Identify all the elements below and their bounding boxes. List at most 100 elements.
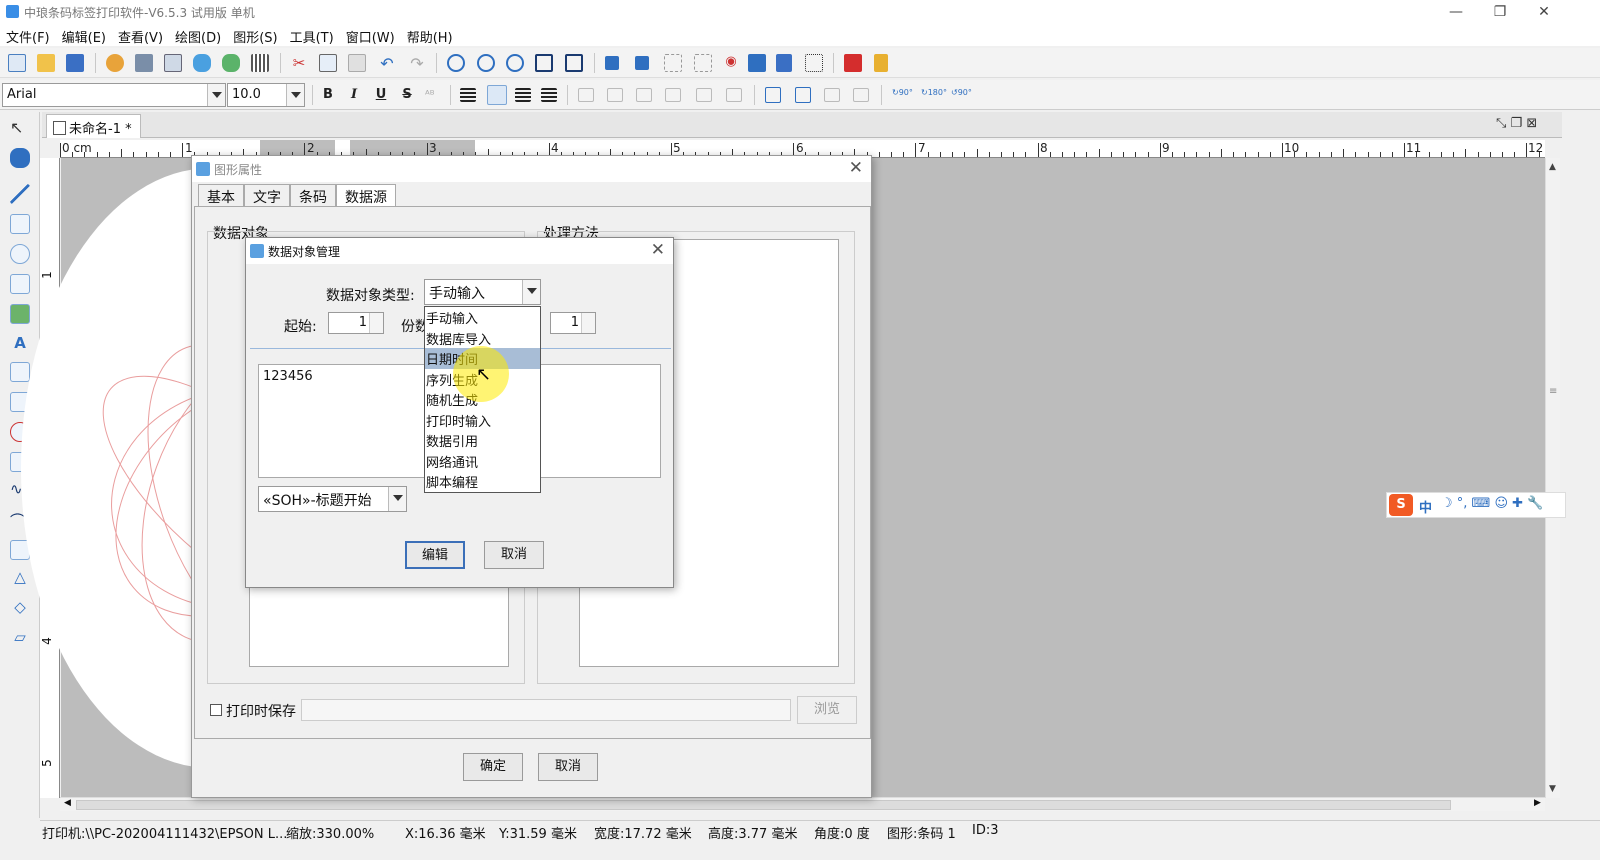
undo-icon[interactable]: ↶ bbox=[378, 54, 396, 73]
database-table-icon[interactable] bbox=[748, 54, 766, 72]
data-type-select[interactable]: 手动输入 bbox=[424, 279, 541, 305]
save-path-input[interactable] bbox=[301, 699, 791, 721]
menu-window[interactable]: 窗口(W) bbox=[340, 24, 401, 46]
diamond-tool-icon[interactable]: ◇ bbox=[10, 598, 30, 618]
pan-tool-icon[interactable] bbox=[10, 148, 30, 168]
italic-button[interactable]: I bbox=[346, 87, 362, 102]
copies-stepper[interactable]: 1 bbox=[550, 312, 596, 334]
paragraph-tool-icon[interactable] bbox=[10, 362, 30, 382]
ime-tool-icons[interactable]: ☽ °, ⌨ ☺ ✚ 🔧 bbox=[1441, 496, 1543, 511]
center-horizontal-icon[interactable] bbox=[765, 87, 781, 103]
option-database-import[interactable]: 数据库导入 bbox=[425, 328, 540, 349]
list-icon[interactable] bbox=[776, 54, 792, 72]
settings-gear-icon[interactable] bbox=[106, 54, 124, 72]
calculator-icon[interactable] bbox=[874, 54, 888, 72]
menu-view[interactable]: 查看(V) bbox=[112, 24, 169, 46]
doc-window-controls[interactable]: ⤡ ❐ ⊠ bbox=[1496, 116, 1537, 131]
open-folder-icon[interactable] bbox=[37, 54, 55, 72]
ungroup-icon[interactable] bbox=[694, 54, 712, 72]
start-stepper[interactable]: 1 bbox=[328, 312, 384, 334]
menu-help[interactable]: 帮助(H) bbox=[401, 24, 459, 46]
cut-icon[interactable]: ✂ bbox=[290, 54, 308, 72]
align-objects-left-icon[interactable] bbox=[578, 88, 594, 102]
strikethrough-button[interactable]: S bbox=[399, 87, 415, 102]
pdf-icon[interactable] bbox=[844, 54, 862, 72]
paste-icon[interactable] bbox=[348, 54, 366, 72]
close-icon[interactable]: ✕ bbox=[849, 158, 863, 178]
option-script[interactable]: 脚本编程 bbox=[425, 471, 540, 492]
close-icon[interactable]: ✕ bbox=[1522, 0, 1566, 24]
fit-width-icon[interactable] bbox=[565, 54, 583, 72]
image-tool-icon[interactable] bbox=[10, 274, 30, 294]
rotate-270-icon[interactable]: ↺90° bbox=[951, 88, 972, 102]
align-objects-top-icon[interactable] bbox=[636, 88, 652, 102]
group-icon[interactable] bbox=[664, 54, 682, 72]
menu-file[interactable]: 文件(F) bbox=[0, 24, 56, 46]
underline-button[interactable]: U bbox=[373, 87, 389, 102]
close-icon[interactable]: ✕ bbox=[651, 240, 665, 260]
ellipse-tool-icon[interactable] bbox=[10, 244, 30, 264]
fit-page-icon[interactable] bbox=[535, 54, 553, 72]
new-file-icon[interactable] bbox=[8, 54, 26, 72]
center-vertical-icon[interactable] bbox=[795, 87, 811, 103]
bold-button[interactable]: B bbox=[320, 87, 336, 102]
grid-icon[interactable] bbox=[251, 54, 269, 72]
font-size-select[interactable]: 10.0 bbox=[227, 83, 305, 107]
ok-button[interactable]: 确定 bbox=[463, 753, 523, 781]
bring-front-icon[interactable] bbox=[605, 56, 619, 70]
same-width-icon[interactable] bbox=[824, 88, 840, 102]
zoom-in-icon[interactable] bbox=[447, 54, 465, 72]
save-on-print-checkbox[interactable] bbox=[210, 704, 222, 716]
database-link-icon[interactable] bbox=[222, 54, 240, 72]
align-right-icon[interactable] bbox=[515, 88, 531, 102]
zoom-out-icon[interactable] bbox=[477, 54, 495, 72]
same-height-icon[interactable] bbox=[853, 88, 869, 102]
pointer-tool-icon[interactable]: ↖ bbox=[10, 118, 30, 138]
menu-shape[interactable]: 图形(S) bbox=[227, 24, 283, 46]
rotate-90-icon[interactable]: ↻90° bbox=[892, 88, 913, 102]
align-objects-center-icon[interactable] bbox=[726, 88, 742, 102]
align-objects-right-icon[interactable] bbox=[607, 88, 623, 102]
option-print-time-input[interactable]: 打印时输入 bbox=[425, 410, 540, 431]
vertical-scrollbar[interactable]: ▲ ≡ ▼ bbox=[1545, 158, 1560, 798]
align-objects-middle-icon[interactable] bbox=[696, 88, 712, 102]
parallelogram-tool-icon[interactable]: ▱ bbox=[10, 628, 30, 648]
menu-tools[interactable]: 工具(T) bbox=[284, 24, 340, 46]
cancel-button[interactable]: 取消 bbox=[538, 753, 598, 781]
redo-icon[interactable]: ↷ bbox=[408, 54, 426, 73]
copy-icon[interactable] bbox=[319, 54, 337, 72]
align-left-icon[interactable] bbox=[460, 88, 476, 102]
option-data-reference[interactable]: 数据引用 bbox=[425, 430, 540, 451]
rectangle-tool-icon[interactable] bbox=[10, 214, 30, 234]
ime-mode[interactable]: 中 bbox=[1419, 497, 1432, 516]
horizontal-scrollbar[interactable]: ◀ ▶ bbox=[60, 797, 1545, 811]
eye-icon[interactable]: ◉ bbox=[722, 54, 740, 72]
menu-draw[interactable]: 绘图(D) bbox=[169, 24, 227, 46]
menu-edit[interactable]: 编辑(E) bbox=[56, 24, 112, 46]
minimize-icon[interactable]: — bbox=[1434, 0, 1478, 24]
restore-icon[interactable]: ❐ bbox=[1478, 0, 1522, 24]
align-objects-bottom-icon[interactable] bbox=[665, 88, 681, 102]
save-icon[interactable] bbox=[66, 54, 84, 72]
edit-button[interactable]: 编辑 bbox=[405, 541, 465, 569]
text-effect-icon[interactable]: ᴬᴮ bbox=[425, 88, 439, 102]
browse-button[interactable]: 浏览 bbox=[797, 696, 857, 724]
rotate-180-icon[interactable]: ↻180° bbox=[921, 88, 947, 102]
align-grid-icon[interactable] bbox=[805, 54, 823, 72]
send-back-icon[interactable] bbox=[635, 56, 649, 70]
document-tab[interactable]: 未命名-1 * bbox=[46, 114, 141, 138]
picture-tool-icon[interactable] bbox=[10, 304, 30, 324]
option-manual-input[interactable]: 手动输入 bbox=[425, 307, 540, 328]
font-family-select[interactable]: Arial bbox=[2, 83, 226, 107]
line-tool-icon[interactable] bbox=[10, 184, 30, 204]
cancel-button[interactable]: 取消 bbox=[484, 541, 544, 569]
align-justify-icon[interactable] bbox=[541, 88, 557, 102]
zoom-actual-icon[interactable] bbox=[506, 54, 524, 72]
option-network-comm[interactable]: 网络通讯 bbox=[425, 451, 540, 472]
control-char-select[interactable]: «SOH»-标题开始 bbox=[258, 486, 407, 512]
ime-toolbar[interactable]: S 中 ☽ °, ⌨ ☺ ✚ 🔧 bbox=[1386, 492, 1566, 518]
text-tool-icon[interactable]: A bbox=[10, 334, 30, 354]
triangle-tool-icon[interactable]: △ bbox=[10, 568, 30, 588]
align-center-icon[interactable] bbox=[487, 85, 507, 105]
print-icon[interactable] bbox=[135, 54, 153, 72]
